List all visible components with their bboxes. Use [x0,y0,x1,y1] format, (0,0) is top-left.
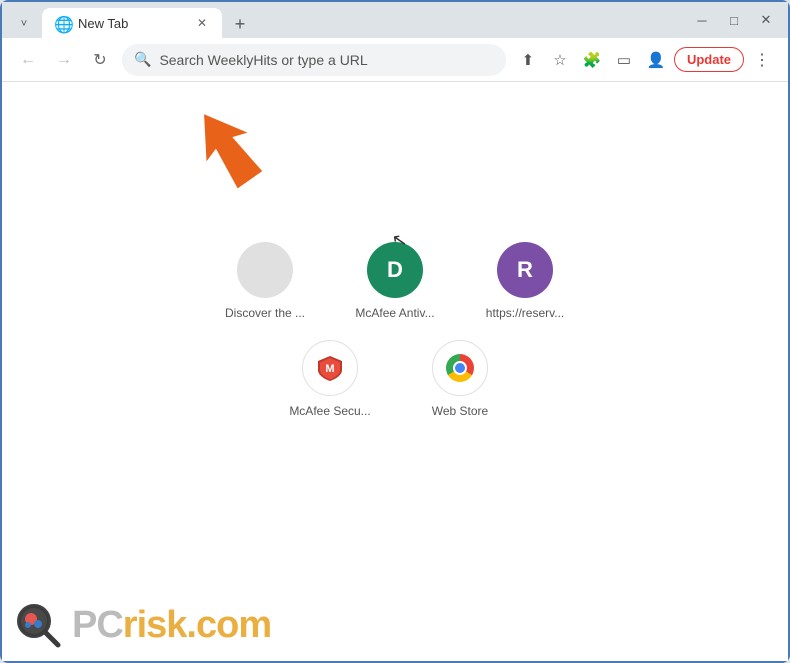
menu-button[interactable]: ⋮ [748,46,776,74]
shortcut-icon-mcafee-secu: M [302,340,358,396]
pcrisk-watermark: PCrisk.com [12,599,271,651]
reload-button[interactable]: ↻ [86,46,114,74]
window-controls: ─ □ ✕ [688,6,780,34]
search-icon: 🔍 [134,51,151,68]
update-button[interactable]: Update [674,47,744,72]
shortcut-icon-discover [237,242,293,298]
arrow-container [182,102,282,202]
webstore-inner [453,361,467,375]
shortcuts-row-1: Discover the ... D McAfee Antiv... R htt… [220,242,570,320]
close-button[interactable]: ✕ [752,6,780,34]
mcafee-shield-icon: M [316,354,344,382]
pcrisk-domain: risk.com [123,604,271,646]
back-button[interactable]: ← [14,46,42,74]
shortcut-mcafee-secu[interactable]: M McAfee Secu... [285,340,375,418]
shortcut-label-https-reserv: https://reserv... [486,306,564,320]
shortcut-web-store[interactable]: Web Store [415,340,505,418]
orange-arrow-icon [182,102,272,192]
shortcut-label-mcafee-antiv: McAfee Antiv... [355,306,434,320]
forward-button[interactable]: → [50,46,78,74]
shortcut-discover[interactable]: Discover the ... [220,242,310,320]
shortcut-label-discover: Discover the ... [225,306,305,320]
new-tab-button[interactable]: + [226,10,254,38]
tab-favicon: 🌐 [54,15,70,31]
shortcut-label-mcafee-secu: McAfee Secu... [289,404,370,418]
webstore-circle [446,354,474,382]
shortcut-icon-mcafee-antiv: D [367,242,423,298]
browser-content: ↖ Discover the ... D McAfee Antiv... R h… [2,82,788,661]
shortcut-mcafee-antiv[interactable]: D McAfee Antiv... [350,242,440,320]
extension-button[interactable]: 🧩 [578,46,606,74]
shortcut-label-web-store: Web Store [432,404,488,418]
active-tab[interactable]: 🌐 New Tab ✕ [42,8,222,38]
tab-strip: ˅ 🌐 New Tab ✕ + [10,2,688,38]
pcrisk-text: PCrisk.com [72,604,271,647]
shortcut-icon-https-reserv: R [497,242,553,298]
minimize-button[interactable]: ─ [688,6,716,34]
title-bar: ˅ 🌐 New Tab ✕ + ─ □ ✕ [2,2,788,38]
share-button[interactable]: ⬆ [514,46,542,74]
maximize-button[interactable]: □ [720,6,748,34]
shortcut-icon-web-store [432,340,488,396]
tab-close-button[interactable]: ✕ [194,15,210,31]
address-bar[interactable]: 🔍 Search WeeklyHits or type a URL [122,44,506,76]
shortcuts-section: Discover the ... D McAfee Antiv... R htt… [220,242,570,418]
tab-chevron[interactable]: ˅ [10,10,38,38]
shortcut-https-reserv[interactable]: R https://reserv... [480,242,570,320]
shortcuts-row-2: M McAfee Secu... Web Store [285,340,505,418]
nav-icons: ⬆ ☆ 🧩 ▭ 👤 Update ⋮ [514,46,776,74]
address-text: Search WeeklyHits or type a URL [159,52,494,68]
nav-bar: ← → ↻ 🔍 Search WeeklyHits or type a URL … [2,38,788,82]
pcrisk-logo-icon [12,599,64,651]
svg-text:M: M [325,363,334,375]
sidebar-button[interactable]: ▭ [610,46,638,74]
tab-title: New Tab [78,16,186,31]
profile-button[interactable]: 👤 [642,46,670,74]
bookmark-button[interactable]: ☆ [546,46,574,74]
